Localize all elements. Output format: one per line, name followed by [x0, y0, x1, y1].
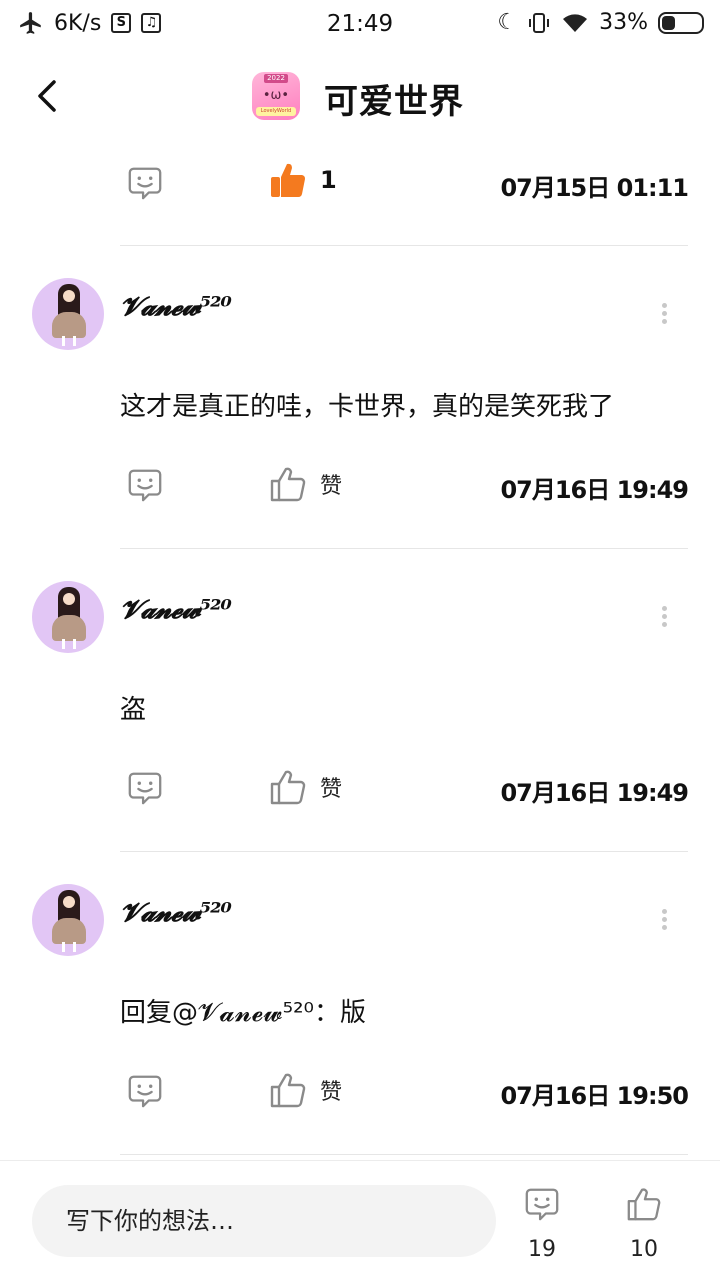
comment-icon: [523, 1185, 561, 1223]
avatar-dress: [52, 918, 86, 944]
divider: [120, 245, 688, 246]
avatar[interactable]: [32, 278, 104, 350]
comment-text: 这才是真正的哇，卡世界，真的是笑死我了: [120, 392, 615, 422]
avatar-face: [63, 896, 75, 908]
thumbs-up-filled-icon: [271, 163, 306, 198]
username[interactable]: 𝓥𝓪𝓷𝓮𝔀⁵²⁰: [120, 595, 232, 626]
status-bar: 6K/s S ♫ 21:49 ☾ 33%: [0, 0, 720, 50]
status-right: ☾ 33%: [497, 10, 704, 35]
divider: [120, 851, 688, 852]
page-title: 可爱世界: [324, 82, 464, 122]
avatar-legs: [62, 639, 76, 649]
avatar-face: [63, 593, 75, 605]
app-logo[interactable]: 2022 •ω• LovelyWorld: [252, 72, 300, 120]
comment-icon[interactable]: [126, 164, 164, 202]
back-button[interactable]: [26, 70, 70, 122]
wifi-icon: [563, 13, 588, 32]
comment-icon[interactable]: [126, 1072, 164, 1110]
like-button[interactable]: 赞: [268, 1070, 342, 1110]
avatar[interactable]: [32, 581, 104, 653]
top-nav: 2022 •ω• LovelyWorld 可爱世界: [0, 56, 720, 136]
comments-button[interactable]: 19: [512, 1185, 572, 1262]
more-options-icon[interactable]: [652, 300, 676, 330]
likes-button[interactable]: 10: [614, 1185, 674, 1262]
comment-text: 盗: [120, 695, 147, 725]
chevron-left-icon: [38, 80, 56, 112]
like-count: 1: [320, 166, 337, 194]
avatar[interactable]: [32, 884, 104, 956]
comment-action-row: 赞 07月16日 19:49: [120, 462, 689, 512]
like-label: 赞: [320, 1080, 343, 1105]
avatar-legs: [62, 336, 76, 346]
comment-action-row: 赞 07月16日 19:50: [120, 1068, 689, 1118]
comment-timestamp: 07月16日 19:50: [500, 1082, 689, 1110]
logo-year: 2022: [264, 74, 288, 83]
avatar-legs: [62, 942, 76, 952]
comment-count: 19: [528, 1237, 556, 1262]
battery-icon: [658, 11, 704, 34]
username[interactable]: 𝓥𝓪𝓷𝓮𝔀⁵²⁰: [120, 898, 232, 929]
divider: [120, 1154, 688, 1155]
comment-text: 回复@𝓥𝓪𝓷𝓮𝔀⁵²⁰：版: [120, 998, 366, 1028]
battery-percent: 33%: [599, 10, 648, 35]
more-options-icon[interactable]: [652, 603, 676, 633]
thumbs-up-icon: [268, 1070, 308, 1110]
like-label: 赞: [320, 474, 343, 499]
avatar-face: [63, 290, 75, 302]
username[interactable]: 𝓥𝓪𝓷𝓮𝔀⁵²⁰: [120, 292, 232, 323]
likes-count: 10: [630, 1237, 658, 1262]
like-label: 赞: [320, 777, 343, 802]
bottom-bar: 19 10: [0, 1160, 720, 1280]
avatar-dress: [52, 312, 86, 338]
divider: [120, 548, 688, 549]
thumbs-up-icon: [625, 1185, 663, 1223]
post-timestamp: 07月15日 01:11: [500, 174, 689, 202]
comment-icon[interactable]: [126, 466, 164, 504]
post-action-row: 1 07月15日 01:11: [120, 160, 689, 210]
comment-icon[interactable]: [126, 769, 164, 807]
comment-timestamp: 07月16日 19:49: [500, 779, 689, 807]
avatar-dress: [52, 615, 86, 641]
like-button[interactable]: 赞: [268, 767, 342, 807]
thumbs-up-icon: [268, 464, 308, 504]
comment-timestamp: 07月16日 19:49: [500, 476, 689, 504]
like-button[interactable]: 1: [268, 160, 337, 200]
do-not-disturb-icon: ☾: [497, 10, 518, 35]
comment-action-row: 赞 07月16日 19:49: [120, 765, 689, 815]
battery-fill: [662, 15, 675, 30]
logo-band: LovelyWorld: [256, 107, 296, 116]
more-options-icon[interactable]: [652, 906, 676, 936]
like-button[interactable]: 赞: [268, 464, 342, 504]
thumbs-up-icon: [268, 767, 308, 807]
logo-face: •ω•: [262, 88, 290, 103]
vibrate-icon: [529, 12, 550, 33]
reply-input[interactable]: [32, 1185, 496, 1257]
